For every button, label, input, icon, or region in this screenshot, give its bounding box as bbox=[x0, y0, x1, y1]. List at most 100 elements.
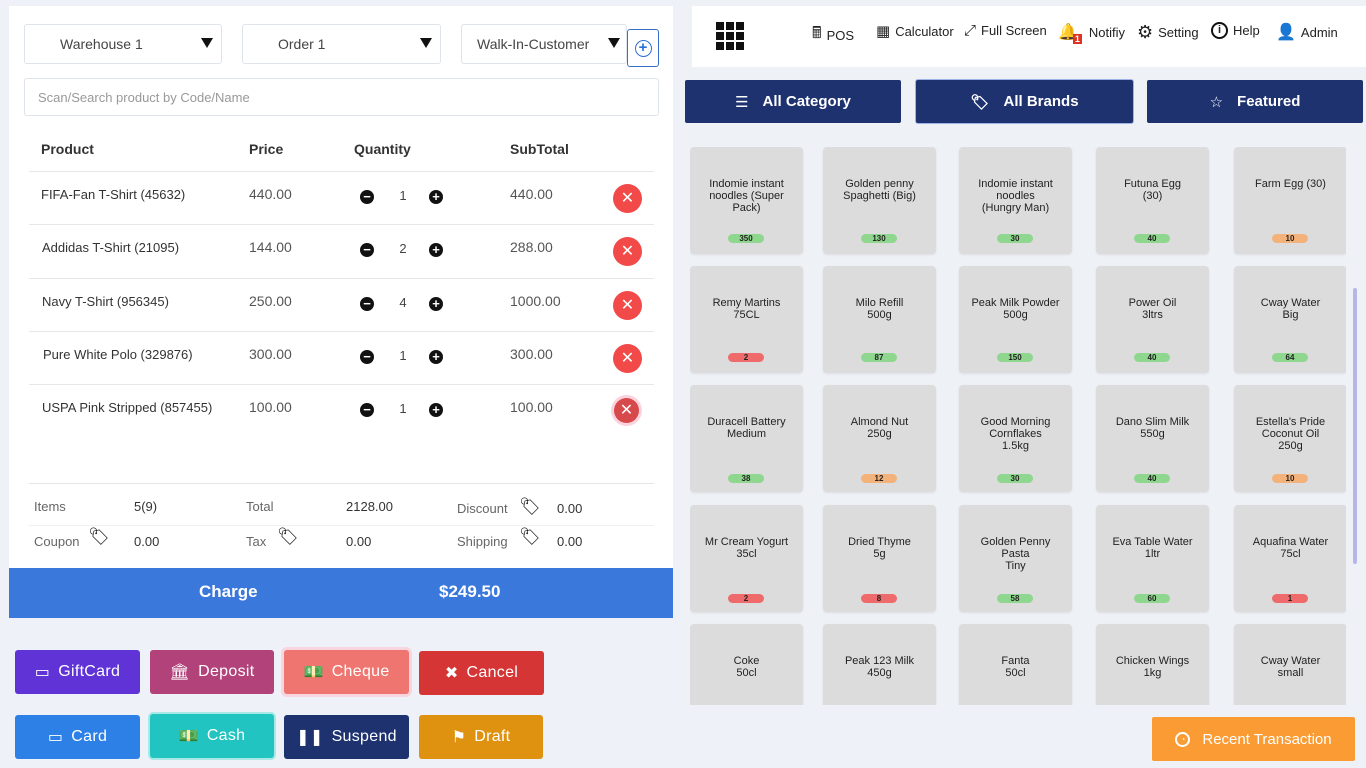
product-card[interactable]: Aquafina Water 75cl 1 bbox=[1234, 505, 1346, 612]
suspend-button[interactable]: ❚❚ Suspend bbox=[284, 715, 409, 759]
column-header-product: Product bbox=[41, 141, 94, 157]
product-card[interactable]: Dano Slim Milk 550g 40 bbox=[1096, 385, 1209, 492]
flag-icon: ⚑ bbox=[451, 729, 467, 746]
product-card[interactable]: Peak 123 Milk 450g bbox=[823, 624, 936, 705]
product-grid-scrollbar[interactable] bbox=[1353, 288, 1357, 564]
product-card[interactable]: Cway Water small bbox=[1234, 624, 1346, 705]
product-price: 440.00 bbox=[249, 186, 292, 202]
quantity-value[interactable]: 1 bbox=[386, 188, 420, 203]
decrease-quantity-icon[interactable]: − bbox=[360, 403, 374, 417]
nav-calculator[interactable]: ▦ Calculator bbox=[876, 22, 954, 40]
product-price: 144.00 bbox=[249, 239, 292, 255]
notification-count: 1 bbox=[1072, 34, 1082, 44]
stock-badge: 150 bbox=[997, 353, 1033, 362]
product-card[interactable]: Chicken Wings 1kg bbox=[1096, 624, 1209, 705]
product-card[interactable]: Good Morning Cornflakes 1.5kg 30 bbox=[959, 385, 1072, 492]
increase-quantity-icon[interactable]: + bbox=[429, 190, 443, 204]
quantity-value[interactable]: 1 bbox=[386, 348, 420, 363]
total-value: 2128.00 bbox=[346, 499, 393, 514]
remove-item-icon[interactable]: ✕ bbox=[613, 291, 642, 320]
chevron-down-icon bbox=[201, 38, 213, 48]
increase-quantity-icon[interactable]: + bbox=[429, 403, 443, 417]
cash-button[interactable]: 💵 Cash bbox=[150, 714, 274, 758]
customer-select[interactable]: Walk-In-Customer bbox=[461, 24, 627, 64]
decrease-quantity-icon[interactable]: − bbox=[360, 243, 374, 257]
all-brands-button[interactable]: 🏷 All Brands bbox=[916, 80, 1133, 123]
decrease-quantity-icon[interactable]: − bbox=[360, 350, 374, 364]
nav-admin[interactable]: 👤 Admin bbox=[1276, 22, 1338, 42]
quantity-value[interactable]: 4 bbox=[386, 295, 420, 310]
product-card[interactable]: Cway Water Big 64 bbox=[1234, 266, 1346, 373]
product-search-input[interactable]: Scan/Search product by Code/Name bbox=[24, 78, 659, 116]
deposit-button[interactable]: 🏛 Deposit bbox=[150, 650, 274, 694]
product-card[interactable]: Duracell Battery Medium 38 bbox=[690, 385, 803, 492]
decrease-quantity-icon[interactable]: − bbox=[360, 190, 374, 204]
product-card[interactable]: Power Oil 3ltrs 40 bbox=[1096, 266, 1209, 373]
product-card[interactable]: Coke 50cl bbox=[690, 624, 803, 705]
table-row: Navy T-Shirt (956345) 250.00 −4 +1000.00 ✕ bbox=[29, 278, 654, 331]
nav-notify[interactable]: 🔔 1 Notifiy bbox=[1058, 22, 1125, 44]
remove-item-icon[interactable]: ✕ bbox=[613, 184, 642, 213]
tax-tag-icon[interactable]: 🏷 bbox=[277, 527, 299, 547]
quantity-value[interactable]: 1 bbox=[386, 401, 420, 416]
increase-quantity-icon[interactable]: + bbox=[429, 243, 443, 257]
remove-item-icon[interactable]: ✕ bbox=[614, 398, 639, 423]
product-card[interactable]: Remy Martins 75CL 2 bbox=[690, 266, 803, 373]
apps-grid-icon[interactable] bbox=[716, 22, 744, 50]
product-card[interactable]: Fanta 50cl bbox=[959, 624, 1072, 705]
card-button[interactable]: ▭ Card bbox=[15, 715, 140, 759]
cancel-button[interactable]: ✖ Cancel bbox=[419, 651, 544, 695]
warehouse-select[interactable]: Warehouse 1 bbox=[24, 24, 222, 64]
product-name: USPA Pink Stripped (857455) bbox=[42, 400, 213, 415]
nav-pos[interactable]: 🖩 POS bbox=[812, 22, 854, 49]
product-card[interactable]: Mr Cream Yogurt 35cl 2 bbox=[690, 505, 803, 612]
product-card[interactable]: Futuna Egg (30) 40 bbox=[1096, 147, 1209, 254]
featured-button[interactable]: ☆ Featured bbox=[1147, 80, 1363, 123]
product-card-name: Coke 50cl bbox=[733, 655, 760, 679]
draft-button[interactable]: ⚑ Draft bbox=[419, 715, 543, 759]
product-card[interactable]: Indomie instant noodles (Hungry Man) 30 bbox=[959, 147, 1072, 254]
product-card[interactable]: Peak Milk Powder 500g 150 bbox=[959, 266, 1072, 373]
recent-transaction-button[interactable]: ◔ Recent Transaction bbox=[1152, 717, 1355, 761]
product-card[interactable]: Almond Nut 250g 12 bbox=[823, 385, 936, 492]
stock-badge: 10 bbox=[1272, 474, 1308, 483]
discount-tag-icon[interactable]: 🏷 bbox=[519, 497, 541, 517]
product-card[interactable]: Estella's Pride Coconut Oil 250g 10 bbox=[1234, 385, 1346, 492]
decrease-quantity-icon[interactable]: − bbox=[360, 297, 374, 311]
product-card[interactable]: Golden penny Spaghetti (Big) 130 bbox=[823, 147, 936, 254]
product-card[interactable]: Milo Refill 500g 87 bbox=[823, 266, 936, 373]
stock-badge: 40 bbox=[1134, 474, 1170, 483]
charge-button[interactable]: Charge $249.50 bbox=[9, 568, 673, 618]
pos-terminal-icon: 🖩 bbox=[812, 25, 822, 42]
increase-quantity-icon[interactable]: + bbox=[429, 297, 443, 311]
product-card-name: Golden penny Spaghetti (Big) bbox=[843, 178, 916, 202]
divider bbox=[29, 483, 654, 484]
product-name: Navy T-Shirt (956345) bbox=[42, 294, 169, 309]
product-grid: Indomie instant noodles (Super Pack) 350 G… bbox=[690, 147, 1346, 705]
nav-fullscreen[interactable]: ⤢ Full Screen bbox=[964, 22, 1047, 39]
add-customer-button[interactable]: + bbox=[627, 29, 659, 67]
product-price: 300.00 bbox=[249, 346, 292, 362]
order-select[interactable]: Order 1 bbox=[242, 24, 441, 64]
product-card[interactable]: Dried Thyme 5g 8 bbox=[823, 505, 936, 612]
nav-help[interactable]: i Help bbox=[1211, 22, 1260, 39]
expand-icon: ⤢ bbox=[964, 22, 977, 39]
increase-quantity-icon[interactable]: + bbox=[429, 350, 443, 364]
giftcard-button[interactable]: ▭ GiftCard bbox=[15, 650, 140, 694]
product-card[interactable]: Eva Table Water 1ltr 60 bbox=[1096, 505, 1209, 612]
product-card[interactable]: Golden Penny Pasta Tiny 58 bbox=[959, 505, 1072, 612]
shipping-tag-icon[interactable]: 🏷 bbox=[519, 527, 541, 547]
all-category-button[interactable]: ☰ All Category bbox=[685, 80, 901, 123]
cash-label: Cash bbox=[206, 727, 246, 744]
order-select-value: Order 1 bbox=[278, 36, 326, 52]
nav-setting[interactable]: ⚙ Setting bbox=[1137, 22, 1199, 43]
product-card[interactable]: Indomie instant noodles (Super Pack) 350 bbox=[690, 147, 803, 254]
quantity-value[interactable]: 2 bbox=[386, 241, 420, 256]
remove-item-icon[interactable]: ✕ bbox=[613, 344, 642, 373]
product-price: 250.00 bbox=[249, 293, 292, 309]
remove-item-icon[interactable]: ✕ bbox=[613, 237, 642, 266]
coupon-tag-icon[interactable]: 🏷 bbox=[88, 527, 110, 547]
cheque-button[interactable]: 💵 Cheque bbox=[284, 650, 409, 694]
bell-icon: 🔔 1 bbox=[1058, 24, 1082, 44]
product-card[interactable]: Farm Egg (30) 10 bbox=[1234, 147, 1346, 254]
